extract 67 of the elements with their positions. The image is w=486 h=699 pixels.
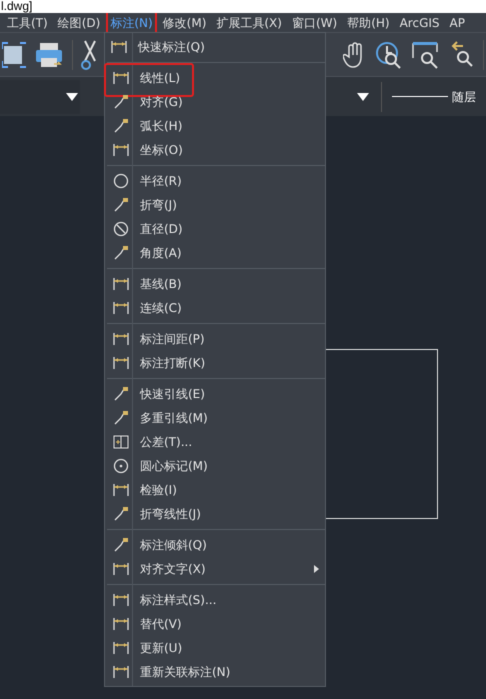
menu-item[interactable]: 公差(T)... (107, 430, 325, 454)
menu-bar-item[interactable]: 扩展工具(X) (214, 14, 284, 32)
menu-item[interactable]: 更新(U) (107, 636, 325, 660)
menu-item[interactable]: 基线(B) (107, 272, 325, 296)
menu-bar-item[interactable]: AP (448, 14, 467, 32)
dimension-icon (112, 299, 130, 317)
menu-item[interactable]: 标注样式(S)... (107, 588, 325, 612)
dimension-icon (112, 275, 130, 293)
leader-icon (112, 93, 130, 111)
menu-item[interactable]: 快速引线(E) (107, 382, 325, 406)
leader-icon (112, 385, 130, 403)
menu-item[interactable]: 半径(R) (107, 169, 325, 193)
dimension-icon (110, 38, 128, 56)
menu-item[interactable]: 标注打断(K) (107, 351, 325, 375)
leader-icon (112, 117, 130, 135)
dimension-icon (112, 354, 130, 372)
dimension-icon (112, 639, 130, 657)
menu-bar-item[interactable]: ArcGIS (398, 14, 442, 32)
menu-item[interactable]: 弧长(H) (107, 114, 325, 138)
menu-item[interactable]: 快速标注(Q) (105, 35, 325, 59)
menu-item[interactable]: 圆心标记(M) (107, 454, 325, 478)
menu-item[interactable]: 标注间距(P) (107, 327, 325, 351)
circle-icon (112, 172, 130, 190)
menu-item[interactable]: 重新关联标注(N) (107, 660, 325, 684)
dimension-icon (112, 615, 130, 633)
zoom-clock-icon[interactable] (375, 40, 403, 70)
dimension-icon (112, 481, 130, 499)
menu-bar-item[interactable]: 帮助(H) (345, 14, 392, 32)
window-title: l.dwg] (0, 0, 32, 13)
circle-icon (112, 220, 130, 238)
leader-icon (112, 196, 130, 214)
dropdown-arrow-icon (66, 92, 78, 100)
menu-bar-item[interactable]: 修改(M) (160, 14, 208, 32)
zoom-previous-icon[interactable] (449, 40, 475, 68)
menu-item[interactable]: 直径(D) (107, 217, 325, 241)
menu-item[interactable]: 对齐(G) (107, 90, 325, 114)
menu-bar-item[interactable]: 窗口(W) (290, 14, 340, 32)
leader-icon (112, 409, 130, 427)
dimension-icon (112, 141, 130, 159)
dimension-icon (112, 330, 130, 348)
dimension-icon (112, 560, 130, 578)
leader-icon (112, 505, 130, 523)
tolerance-icon (112, 433, 130, 451)
menu-item[interactable]: 连续(C) (107, 296, 325, 320)
menu-bar-item[interactable]: 工具(T) (5, 14, 50, 32)
menu-item[interactable]: 对齐文字(X) (107, 557, 325, 581)
linetype-dropdown[interactable]: 随层 (386, 80, 486, 114)
dimension-icon (112, 69, 130, 87)
circle-icon (112, 457, 130, 475)
leader-icon (112, 536, 130, 554)
menu-item[interactable]: 折弯线性(J) (107, 502, 325, 526)
menu-item[interactable]: 角度(A) (107, 241, 325, 265)
dimension-icon (112, 663, 130, 681)
print-preview-icon[interactable] (2, 40, 26, 68)
menu-item[interactable]: 多重引线(M) (107, 406, 325, 430)
menu-item[interactable]: 坐标(O) (107, 138, 325, 162)
menu-item[interactable]: 线性(L) (107, 66, 325, 90)
menu-item[interactable]: 检验(I) (107, 478, 325, 502)
menu-item[interactable]: 折弯(J) (107, 193, 325, 217)
dimension-icon (112, 591, 130, 609)
menu-item[interactable]: 替代(V) (107, 612, 325, 636)
menu-item[interactable]: 标注倾斜(Q) (107, 533, 325, 557)
dropdown-arrow-icon (357, 92, 369, 100)
leader-icon (112, 244, 130, 262)
printer-icon[interactable] (34, 40, 64, 68)
zoom-window-icon[interactable] (411, 40, 441, 70)
menu-bar-item[interactable]: 绘图(D) (56, 14, 102, 32)
